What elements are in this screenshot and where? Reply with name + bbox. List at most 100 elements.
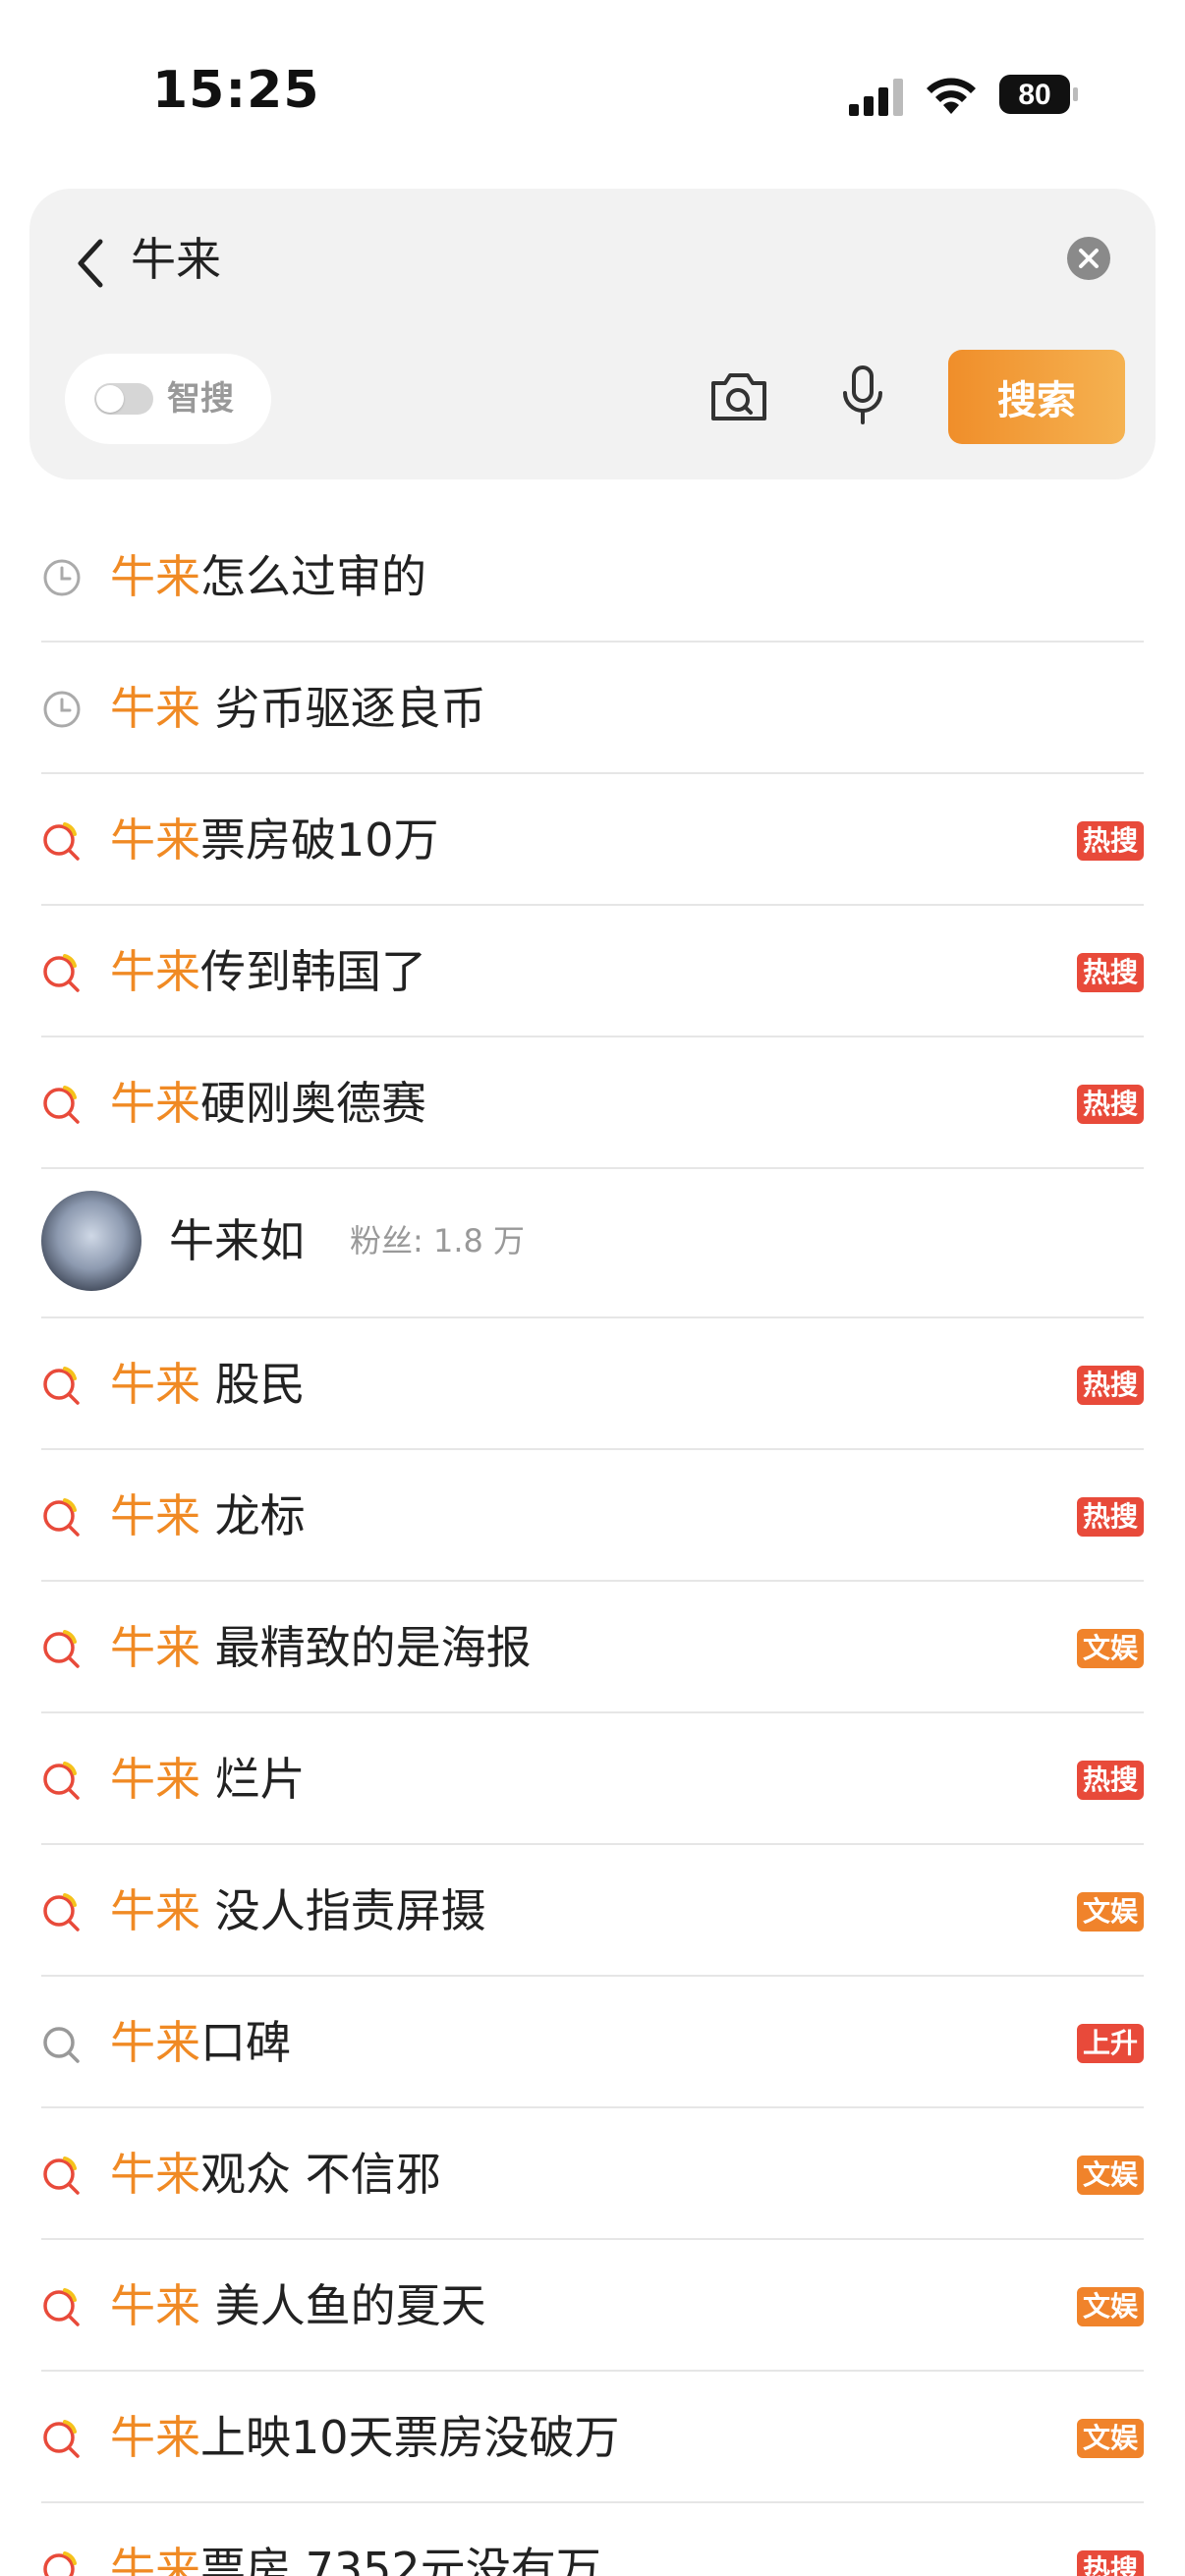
suggestion-text: 牛来怎么过审的 xyxy=(110,544,426,609)
query-highlight: 牛来 xyxy=(110,945,200,998)
trend-badge: 热搜 xyxy=(1076,1366,1144,1405)
suggestion-text: 牛来票房 7352元没有万 xyxy=(110,2537,601,2576)
suggestion-rest: 最精致的是海报 xyxy=(200,1621,532,1674)
cellular-signal-icon xyxy=(849,79,903,116)
suggestion-row[interactable]: 牛来票房破10万 热搜 xyxy=(41,774,1144,906)
hot-search-icon xyxy=(41,2549,83,2576)
clock-icon xyxy=(41,689,83,730)
suggestion-row[interactable]: 牛来口碑 上升 xyxy=(41,1977,1144,2108)
suggestion-row[interactable]: 牛来硬刚奥德赛 热搜 xyxy=(41,1037,1144,1169)
suggestion-text: 牛来 最精致的是海报 xyxy=(110,1615,532,1680)
suggestion-rest: 传到韩国了 xyxy=(200,945,426,998)
hot-search-icon xyxy=(41,1365,83,1406)
status-time: 15:25 xyxy=(152,61,320,120)
search-button[interactable]: 搜索 xyxy=(948,350,1125,444)
suggestion-text: 牛来观众 不信邪 xyxy=(110,2142,441,2207)
clock-icon xyxy=(41,557,83,598)
suggestion-row[interactable]: 牛来 美人鱼的夏天 文娱 xyxy=(41,2240,1144,2372)
suggestion-text: 牛来硬刚奥德赛 xyxy=(110,1071,426,1136)
search-input[interactable]: 牛来 xyxy=(131,228,221,291)
microphone-icon[interactable] xyxy=(835,364,890,428)
suggestion-rest: 劣币驱逐良币 xyxy=(200,682,486,735)
query-highlight: 牛来 xyxy=(110,1621,200,1674)
query-highlight: 牛来 xyxy=(110,682,200,735)
suggestion-text: 牛来上映10天票房没破万 xyxy=(110,2405,620,2470)
suggestion-rest: 口碑 xyxy=(200,2016,291,2069)
suggestion-row[interactable]: 牛来票房 7352元没有万 热搜 xyxy=(41,2503,1144,2576)
hot-search-icon xyxy=(41,1891,83,1932)
query-highlight: 牛来 xyxy=(110,1753,200,1806)
user-fans-count: 粉丝: 1.8 万 xyxy=(350,1222,526,1260)
query-highlight: 牛来 xyxy=(110,1884,200,1937)
suggestion-row[interactable]: 牛来 最精致的是海报 文娱 xyxy=(41,1582,1144,1713)
suggestion-text: 牛来 劣币驱逐良币 xyxy=(110,676,486,741)
smart-search-toggle[interactable]: 智搜 xyxy=(65,354,271,444)
suggestion-rest: 观众 不信邪 xyxy=(200,2148,441,2201)
trend-badge: 热搜 xyxy=(1076,953,1144,992)
suggestion-row[interactable]: 牛来传到韩国了 热搜 xyxy=(41,906,1144,1037)
camera-icon[interactable] xyxy=(707,365,770,428)
battery-icon: 80 xyxy=(999,75,1078,114)
suggestion-text: 牛来 没人指责屏摄 xyxy=(110,1878,486,1943)
hot-search-icon xyxy=(41,820,83,862)
query-highlight: 牛来 xyxy=(110,1077,200,1130)
query-highlight: 牛来 xyxy=(110,2279,200,2332)
query-highlight: 牛来 xyxy=(110,550,200,603)
suggestion-row[interactable]: 牛来 劣币驱逐良币 xyxy=(41,643,1144,774)
trend-badge: 文娱 xyxy=(1076,2287,1144,2326)
suggestion-text: 牛来 美人鱼的夏天 xyxy=(110,2273,486,2338)
trend-badge: 上升 xyxy=(1076,2024,1144,2063)
suggestion-rest: 票房破10万 xyxy=(200,813,439,867)
suggestion-rest: 龙标 xyxy=(200,1489,306,1542)
trend-badge: 热搜 xyxy=(1076,1761,1144,1800)
status-bar: 15:25 80 xyxy=(0,0,1185,187)
hot-search-icon xyxy=(41,1084,83,1125)
suggestion-text: 牛来口碑 xyxy=(110,2010,291,2075)
suggestion-rest: 票房 7352元没有万 xyxy=(200,2543,601,2576)
search-icon xyxy=(41,2023,83,2064)
suggestion-row[interactable]: 牛来上映10天票房没破万 文娱 xyxy=(41,2372,1144,2503)
trend-badge: 文娱 xyxy=(1076,1629,1144,1668)
suggestion-row[interactable]: 牛来 没人指责屏摄 文娱 xyxy=(41,1845,1144,1977)
hot-search-icon xyxy=(41,2286,83,2327)
battery-level: 80 xyxy=(1018,79,1050,111)
suggestion-row[interactable]: 牛来 股民 热搜 xyxy=(41,1318,1144,1450)
query-highlight: 牛来 xyxy=(110,1358,200,1411)
hot-search-icon xyxy=(41,2418,83,2459)
toggle-knob xyxy=(96,385,124,413)
trend-badge: 热搜 xyxy=(1076,1085,1144,1124)
suggestion-text: 牛来 股民 xyxy=(110,1352,306,1417)
suggestion-text: 牛来传到韩国了 xyxy=(110,939,426,1004)
suggestion-rest: 硬刚奥德赛 xyxy=(200,1077,426,1130)
trend-badge: 热搜 xyxy=(1076,821,1144,861)
query-highlight: 牛来 xyxy=(110,813,200,867)
user-name: 牛来如 xyxy=(169,1214,305,1267)
toggle-switch[interactable] xyxy=(94,383,153,415)
trend-badge: 文娱 xyxy=(1076,1892,1144,1932)
hot-search-icon xyxy=(41,1628,83,1669)
query-highlight: 牛来 xyxy=(110,2016,200,2069)
back-arrow-icon[interactable] xyxy=(69,232,112,295)
hot-search-icon xyxy=(41,1496,83,1538)
suggestion-row[interactable]: 牛来怎么过审的 xyxy=(41,511,1144,643)
suggestion-rest: 股民 xyxy=(200,1358,306,1411)
suggestion-row[interactable]: 牛来观众 不信邪 文娱 xyxy=(41,2108,1144,2240)
wifi-icon xyxy=(927,78,976,114)
suggestion-text: 牛来 烂片 xyxy=(110,1747,306,1812)
suggestion-rest: 烂片 xyxy=(200,1753,306,1806)
suggestion-row[interactable]: 牛来 烂片 热搜 xyxy=(41,1713,1144,1845)
trend-badge: 文娱 xyxy=(1076,2419,1144,2458)
query-highlight: 牛来 xyxy=(110,2411,200,2464)
query-highlight: 牛来 xyxy=(110,2148,200,2201)
trend-badge: 热搜 xyxy=(1076,2550,1144,2576)
trend-badge: 热搜 xyxy=(1076,1497,1144,1537)
clear-icon[interactable] xyxy=(1065,235,1112,282)
query-highlight: 牛来 xyxy=(110,2543,200,2576)
trend-badge: 文娱 xyxy=(1076,2156,1144,2195)
query-highlight: 牛来 xyxy=(110,1489,200,1542)
suggestion-rest: 怎么过审的 xyxy=(200,550,426,603)
avatar[interactable] xyxy=(41,1191,141,1291)
suggestion-row[interactable]: 牛来 龙标 热搜 xyxy=(41,1450,1144,1582)
user-suggestion-row[interactable]: 牛来如 粉丝: 1.8 万 xyxy=(41,1169,1144,1318)
toggle-label: 智搜 xyxy=(167,379,234,419)
